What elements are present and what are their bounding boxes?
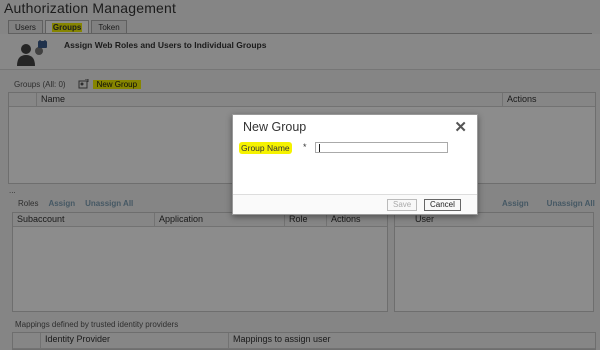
required-indicator: * [303, 142, 307, 152]
text-caret [319, 144, 320, 152]
dialog-footer: Save Cancel [233, 194, 477, 214]
dialog-title: New Group [243, 120, 307, 134]
cancel-button[interactable]: Cancel [424, 199, 461, 211]
group-name-label: Group Name [239, 142, 292, 154]
group-name-input[interactable] [315, 142, 448, 153]
new-group-dialog: New Group ✕ Group Name * Save Cancel [232, 114, 478, 215]
save-button[interactable]: Save [387, 199, 418, 211]
close-icon[interactable]: ✕ [454, 118, 467, 136]
